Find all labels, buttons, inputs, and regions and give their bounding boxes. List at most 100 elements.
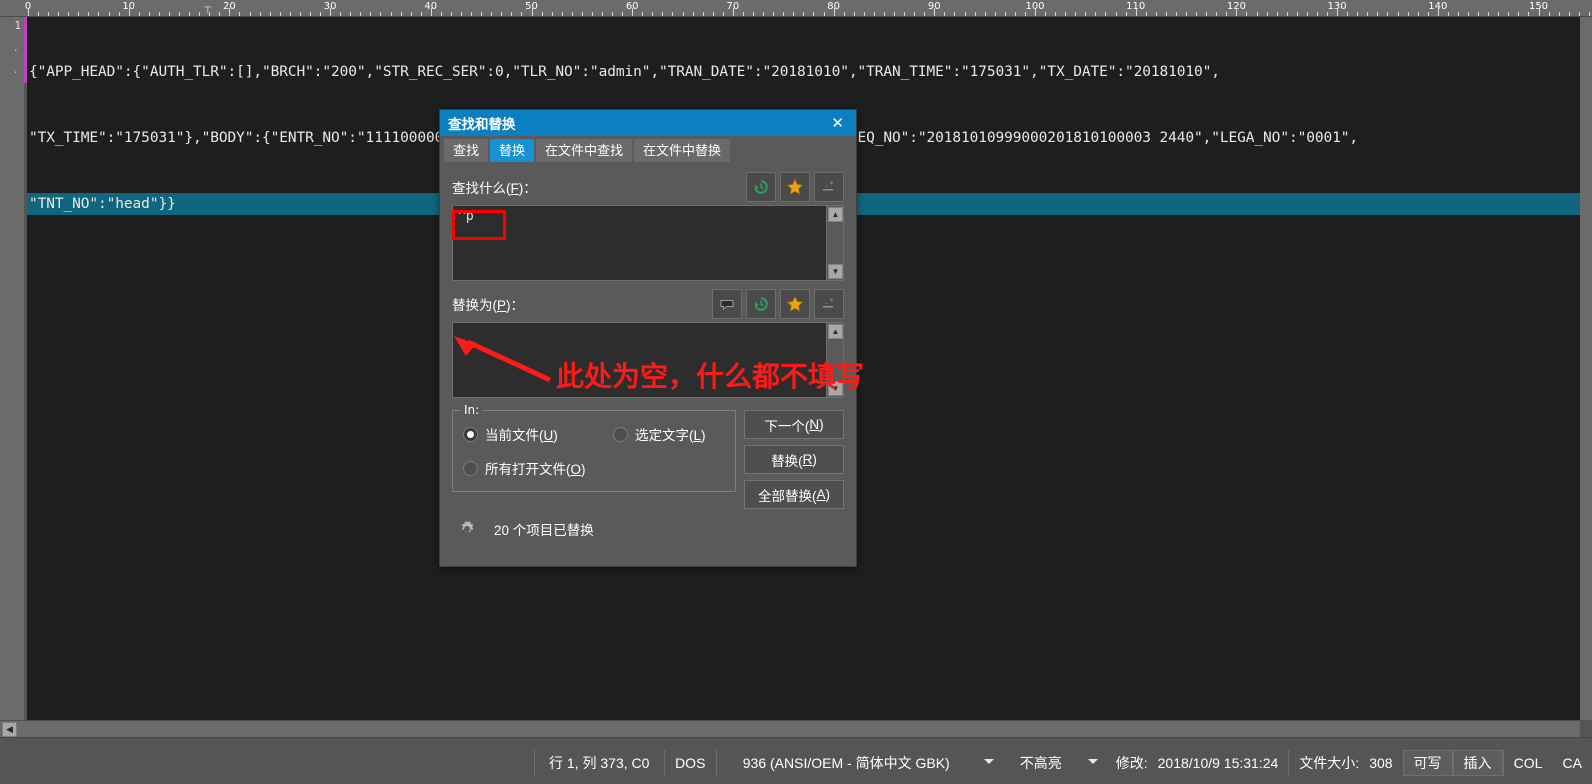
scroll-down-icon[interactable]: ▼ xyxy=(828,381,843,396)
ruler-tick xyxy=(1296,12,1298,16)
svg-text:.*: .* xyxy=(824,297,834,306)
ruler-tick xyxy=(259,12,261,16)
wrap-marker: . xyxy=(12,63,19,76)
radio-current-file[interactable]: 当前文件(U) xyxy=(453,421,603,447)
horizontal-scrollbar[interactable]: ◀ xyxy=(0,720,1580,737)
ruler-tick xyxy=(1175,12,1177,16)
ruler-tick xyxy=(199,12,201,16)
ruler-label: 80 xyxy=(827,1,840,12)
replace-textbox-scrollbar[interactable]: ▲ ▼ xyxy=(826,323,843,397)
ruler-label: 120 xyxy=(1226,1,1246,12)
ruler-tick xyxy=(521,12,523,16)
replace-with-textbox[interactable]: ▲ ▼ xyxy=(452,322,844,398)
ruler-tick xyxy=(461,12,462,16)
status-insert-mode[interactable]: 插入 xyxy=(1452,750,1503,776)
ruler-tick xyxy=(1357,12,1359,16)
history-icon[interactable] xyxy=(746,289,776,319)
scroll-up-icon[interactable]: ▲ xyxy=(828,324,843,339)
scroll-left-icon[interactable]: ◀ xyxy=(2,722,17,737)
scroll-down-icon[interactable]: ▼ xyxy=(828,264,843,279)
status-filesize-label: 文件大小: xyxy=(1288,750,1369,776)
ruler-tick xyxy=(360,12,362,16)
options-and-actions: In: 当前文件(U) 选定文字(L) 所有打开文件(O) 下一个(N) 替… xyxy=(440,403,856,509)
tab-find-in-files[interactable]: 在文件中查找 xyxy=(536,139,633,162)
tab-replace[interactable]: 替换 xyxy=(490,139,535,162)
radio-selected-text[interactable]: 选定文字(L) xyxy=(603,421,706,447)
ruler-tick xyxy=(1347,12,1349,16)
star-icon[interactable] xyxy=(780,289,810,319)
ruler-tick xyxy=(823,12,825,16)
ruler-tick xyxy=(1206,12,1208,16)
ruler-tick xyxy=(1457,12,1459,16)
action-buttons: 下一个(N) 替换(R) 全部替换(A) xyxy=(744,410,844,509)
ruler-tick xyxy=(501,12,503,16)
ruler-label: 140 xyxy=(1428,1,1448,12)
ruler-label: 30 xyxy=(323,1,337,12)
radio-label: 当前文件(U) xyxy=(485,428,558,443)
ruler-tick xyxy=(189,12,191,16)
regex-icon[interactable]: .* xyxy=(814,289,844,319)
dialog-status-row: 20 个项目已替换 xyxy=(440,509,856,543)
ruler-tick xyxy=(1498,12,1500,16)
ruler-tick xyxy=(1397,12,1399,16)
radio-all-open-files[interactable]: 所有打开文件(O) xyxy=(453,455,735,481)
find-what-label: 查找什么(F)： xyxy=(452,181,537,196)
dialog-title: 查找和替换 xyxy=(448,117,516,132)
replace-all-button[interactable]: 全部替换(A) xyxy=(744,480,844,509)
dialog-titlebar[interactable]: 查找和替换 ✕ xyxy=(440,110,856,136)
ruler-caret-marker: ┬ xyxy=(204,2,212,13)
history-icon[interactable] xyxy=(746,172,776,202)
nppp-window: 0 10 20 30 40 50 60 70 80 90 100 110 120 130 140 150 ┬ 1… xyxy=(0,0,1592,784)
line-number-gutter: 1 . . xyxy=(0,17,24,720)
ruler-tick xyxy=(994,12,996,16)
in-scope-group: In: 当前文件(U) 选定文字(L) 所有打开文件(O) xyxy=(452,403,736,492)
scroll-up-icon[interactable]: ▲ xyxy=(828,207,843,222)
ruler-tick xyxy=(1024,12,1026,16)
ruler-tick xyxy=(239,12,241,16)
star-icon[interactable] xyxy=(780,172,810,202)
ruler-tick xyxy=(471,12,473,16)
comment-icon[interactable] xyxy=(712,289,742,319)
ruler-tick xyxy=(1105,12,1107,16)
ruler-tick xyxy=(1155,12,1157,16)
ruler-tick xyxy=(1548,12,1550,16)
ruler-tick xyxy=(1468,12,1469,16)
replace-status-text: 20 个项目已替换 xyxy=(494,523,594,538)
ruler-tick xyxy=(883,12,885,16)
ruler-tick xyxy=(1327,12,1329,16)
ruler-label: 90 xyxy=(927,1,941,12)
wrap-marker: . xyxy=(12,41,19,54)
ruler-tick xyxy=(742,12,744,16)
ruler-tick xyxy=(622,12,624,16)
close-icon[interactable]: ✕ xyxy=(827,116,848,131)
highlight-dropdown-icon[interactable] xyxy=(1087,758,1098,764)
ruler-tick xyxy=(1447,12,1449,16)
vertical-scrollbar[interactable] xyxy=(1580,17,1592,720)
ruler-tick xyxy=(179,12,181,16)
radio-icon[interactable] xyxy=(463,460,478,476)
status-modified-label: 修改: xyxy=(1115,755,1148,771)
ruler-tick xyxy=(863,12,865,16)
ruler-tick xyxy=(491,12,493,16)
ruler-tick xyxy=(269,12,271,16)
tab-replace-in-files[interactable]: 在文件中替换 xyxy=(634,139,731,162)
encoding-dropdown-icon[interactable] xyxy=(983,758,994,764)
find-textbox-scrollbar[interactable]: ▲ ▼ xyxy=(826,206,843,280)
ruler-tick xyxy=(1186,12,1188,16)
tab-find[interactable]: 查找 xyxy=(444,139,489,162)
status-writable[interactable]: 可写 xyxy=(1402,750,1453,776)
ruler-tick xyxy=(410,12,412,16)
gear-icon[interactable] xyxy=(452,515,482,543)
ruler-tick xyxy=(1286,12,1288,16)
dialog-tabs: 查找 替换 在文件中查找 在文件中替换 xyxy=(440,136,856,162)
find-next-button[interactable]: 下一个(N) xyxy=(744,410,844,439)
radio-icon[interactable] xyxy=(613,426,628,442)
ruler-tick xyxy=(1266,12,1268,16)
ruler-tick xyxy=(108,12,110,16)
find-what-textbox[interactable]: ^p ▲ ▼ xyxy=(452,205,844,281)
ruler-tick xyxy=(1508,12,1510,16)
radio-icon[interactable] xyxy=(463,426,478,442)
ruler-tick xyxy=(672,12,674,16)
replace-button[interactable]: 替换(R) xyxy=(744,445,844,474)
regex-icon[interactable]: .* xyxy=(814,172,844,202)
